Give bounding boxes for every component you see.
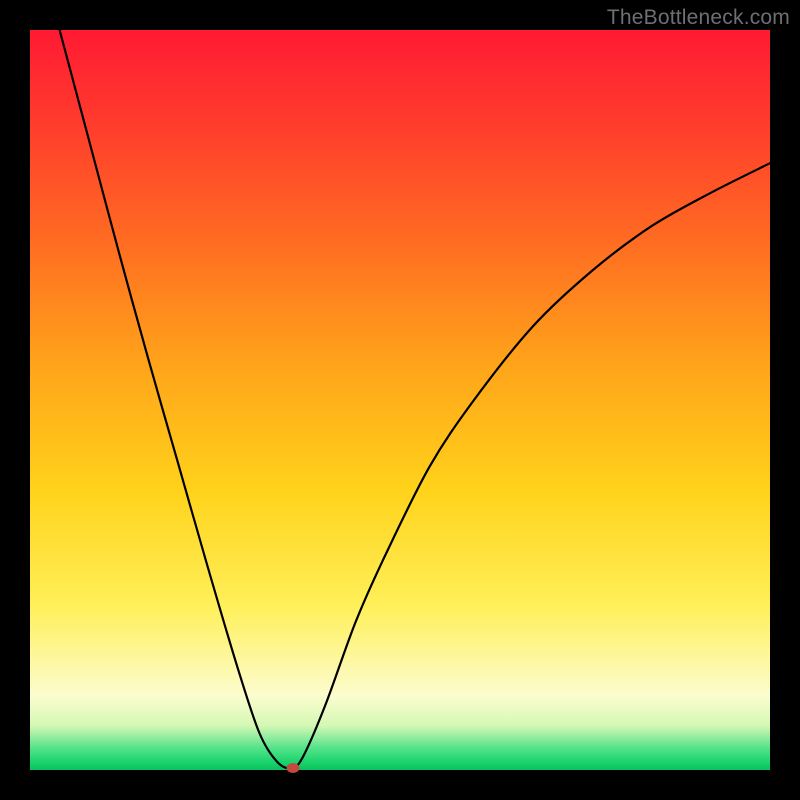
chart-stage: TheBottleneck.com xyxy=(0,0,800,800)
curve-svg xyxy=(30,30,770,770)
minimum-marker xyxy=(286,763,299,773)
bottleneck-curve xyxy=(60,30,770,768)
plot-area xyxy=(30,30,770,770)
watermark-text: TheBottleneck.com xyxy=(607,6,790,30)
